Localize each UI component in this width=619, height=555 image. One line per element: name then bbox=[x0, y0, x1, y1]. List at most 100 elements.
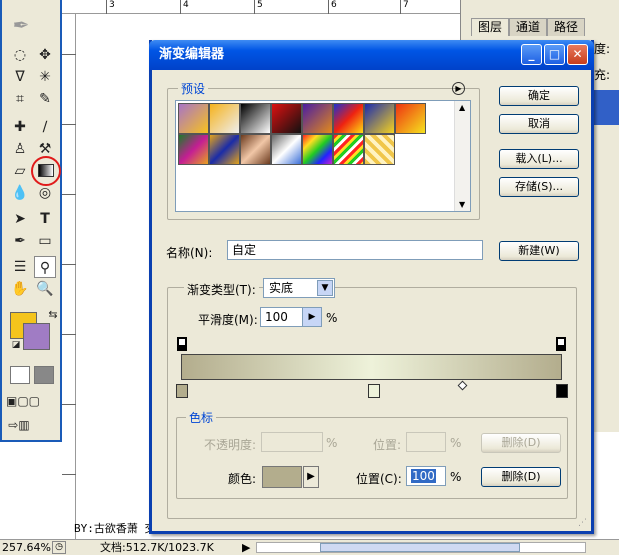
opacity-label: 不透明度: bbox=[204, 438, 257, 452]
color-swatch[interactable] bbox=[262, 466, 302, 488]
ruler-tick: 4 bbox=[180, 0, 189, 14]
magic-wand-icon[interactable]: ✳ bbox=[34, 66, 56, 88]
opacity-position-percent: % bbox=[450, 436, 462, 450]
horizontal-ruler: 3 4 5 6 7 bbox=[62, 0, 460, 14]
default-colors-icon[interactable]: ◪ bbox=[5, 334, 27, 356]
tab-layers[interactable]: 图层 bbox=[471, 18, 510, 36]
color-label: 颜色: bbox=[228, 472, 257, 486]
scroll-down-icon[interactable]: ▼ bbox=[459, 200, 465, 209]
zoom-level[interactable]: 257.64% bbox=[2, 540, 51, 555]
preset-swatch[interactable] bbox=[240, 103, 271, 134]
close-icon[interactable]: ✕ bbox=[567, 44, 588, 65]
background-color[interactable] bbox=[23, 323, 50, 350]
color-menu-icon[interactable]: ▶ bbox=[303, 466, 319, 488]
scroll-up-icon[interactable]: ▲ bbox=[459, 103, 465, 112]
opacity-input[interactable] bbox=[261, 432, 323, 452]
gradient-type-value: 实底 bbox=[269, 281, 294, 295]
swap-colors-icon[interactable]: ⇆ bbox=[42, 304, 64, 326]
name-label: 名称(N): bbox=[166, 246, 213, 260]
load-button[interactable]: 载入(L)... bbox=[499, 149, 579, 169]
preset-swatch[interactable] bbox=[271, 103, 302, 134]
pen-icon[interactable]: ✒ bbox=[9, 230, 31, 252]
smoothness-percent: % bbox=[326, 311, 338, 325]
slice-icon[interactable]: ✎ bbox=[34, 88, 56, 110]
marquee-icon[interactable]: ◌ bbox=[9, 44, 31, 66]
save-button[interactable]: 存储(S)... bbox=[499, 177, 579, 197]
stamp-icon[interactable]: ♙ bbox=[9, 138, 31, 160]
dialog-title: 渐变编辑器 bbox=[159, 47, 225, 62]
opacity-percent: % bbox=[326, 436, 338, 450]
eyedropper-icon[interactable]: ⚲ bbox=[34, 256, 56, 278]
preset-swatch[interactable] bbox=[209, 103, 240, 134]
ruler-tick: 3 bbox=[106, 0, 115, 14]
presets-menu-icon[interactable]: ▶ bbox=[452, 82, 465, 95]
color-stop-middle[interactable] bbox=[368, 384, 380, 398]
hand-icon[interactable]: ✋ bbox=[9, 278, 31, 300]
jump-to-imageready-icon[interactable]: ⇨▥ bbox=[8, 414, 30, 436]
resize-grip-icon[interactable]: ⋰ bbox=[578, 518, 587, 528]
color-stop-left[interactable] bbox=[176, 384, 188, 398]
selected-layer-row[interactable] bbox=[590, 90, 619, 125]
type-icon[interactable]: T bbox=[34, 208, 56, 230]
preset-swatch[interactable] bbox=[364, 103, 395, 134]
notes-icon[interactable]: ☰ bbox=[9, 256, 31, 278]
quickmask-mode-button[interactable] bbox=[34, 366, 54, 384]
status-menu-icon[interactable]: ◷ bbox=[52, 541, 66, 554]
ok-button[interactable]: 确定 bbox=[499, 86, 579, 106]
name-input[interactable]: 自定 bbox=[227, 240, 483, 260]
presets-list bbox=[175, 100, 471, 212]
rectangle-icon[interactable]: ▭ bbox=[34, 230, 56, 252]
dodge-icon[interactable]: ◎ bbox=[34, 182, 56, 204]
preset-swatch[interactable] bbox=[178, 103, 209, 134]
preset-swatch[interactable] bbox=[178, 134, 209, 165]
brush-icon[interactable]: ∕ bbox=[34, 116, 56, 138]
opacity-position-input[interactable] bbox=[406, 432, 446, 452]
preset-swatch[interactable] bbox=[333, 103, 364, 134]
preset-swatch[interactable] bbox=[364, 134, 395, 165]
status-arrow-icon[interactable]: ▶ bbox=[242, 540, 250, 555]
eraser-icon[interactable]: ▱ bbox=[9, 160, 31, 182]
tab-channels[interactable]: 通道 bbox=[509, 18, 548, 36]
chevron-down-icon[interactable]: ▼ bbox=[317, 280, 333, 296]
presets-scrollbar[interactable]: ▲ ▼ bbox=[454, 101, 470, 211]
tab-paths[interactable]: 路径 bbox=[547, 18, 586, 36]
standard-mode-button[interactable] bbox=[10, 366, 30, 384]
lasso-icon[interactable]: ᐁ bbox=[9, 66, 31, 88]
new-button[interactable]: 新建(W) bbox=[499, 241, 579, 261]
opacity-label: 度: bbox=[594, 42, 611, 56]
healing-icon[interactable]: ✚ bbox=[9, 116, 31, 138]
opacity-delete-button[interactable]: 删除(D) bbox=[481, 433, 561, 453]
preset-swatch[interactable] bbox=[209, 134, 240, 165]
move-icon[interactable]: ✥ bbox=[34, 44, 56, 66]
preset-swatch[interactable] bbox=[333, 134, 364, 165]
maximize-icon[interactable]: □ bbox=[544, 44, 565, 65]
preset-swatch[interactable] bbox=[302, 134, 333, 165]
minimize-icon[interactable]: _ bbox=[521, 44, 542, 65]
scrollbar-thumb[interactable] bbox=[320, 543, 520, 552]
preset-swatch[interactable] bbox=[395, 103, 426, 134]
screen-mode-icon[interactable]: ▣▢▢ bbox=[6, 390, 40, 412]
preset-swatch[interactable] bbox=[271, 134, 302, 165]
path-select-icon[interactable]: ➤ bbox=[9, 208, 31, 230]
color-stop-right[interactable] bbox=[556, 384, 568, 398]
dialog-titlebar[interactable]: 渐变编辑器 _ □ ✕ bbox=[149, 40, 594, 70]
color-delete-button[interactable]: 删除(D) bbox=[481, 467, 561, 487]
zoom-icon[interactable]: 🔍 bbox=[34, 278, 56, 300]
crop-icon[interactable]: ⌗ bbox=[9, 88, 31, 110]
smoothness-arrow-icon[interactable]: ▶ bbox=[302, 308, 321, 326]
gradient-preview-bar[interactable] bbox=[181, 354, 562, 380]
presets-label: 预设 bbox=[178, 80, 209, 97]
opacity-stop-right[interactable] bbox=[556, 337, 566, 351]
document-size: 文档:512.7K/1023.7K bbox=[100, 541, 214, 554]
feather-logo-icon: ✒ bbox=[12, 13, 30, 37]
gradient-type-select[interactable]: 实底 ▼ bbox=[263, 278, 335, 298]
position-input[interactable]: 100 bbox=[406, 466, 446, 486]
blur-icon[interactable]: 💧 bbox=[9, 182, 31, 204]
preset-swatch[interactable] bbox=[302, 103, 333, 134]
ruler-tick: 5 bbox=[254, 0, 263, 14]
preset-swatch[interactable] bbox=[240, 134, 271, 165]
position-value: 100 bbox=[411, 469, 436, 483]
opacity-stop-left[interactable] bbox=[177, 337, 187, 351]
cancel-button[interactable]: 取消 bbox=[499, 114, 579, 134]
toolbox: ✒ ◌ ✥ ᐁ ✳ ⌗ ✎ ✚ ∕ ♙ ⚒ ▱ 💧 ◎ ➤ T ✒ ▭ ☰ ⚲ … bbox=[0, 0, 62, 442]
